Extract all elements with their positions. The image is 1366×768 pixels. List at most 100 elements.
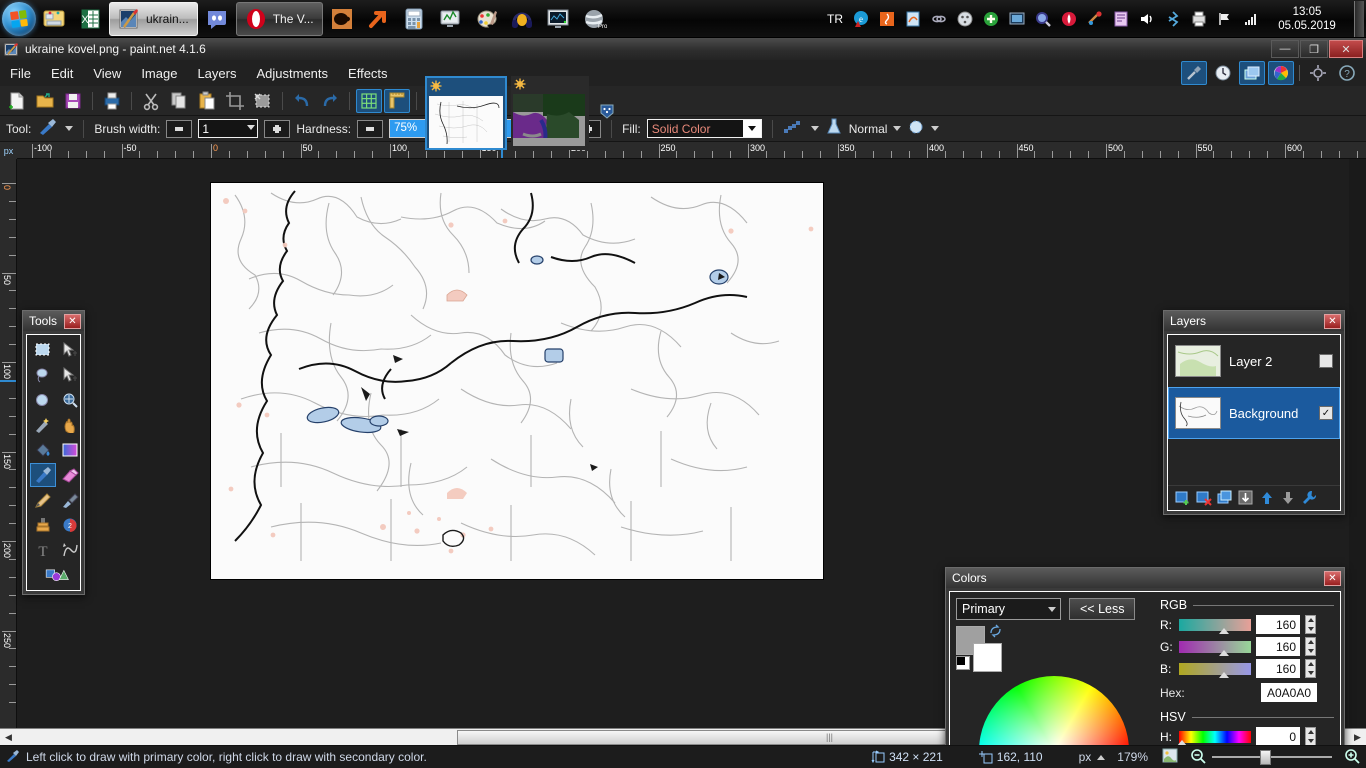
antialiasing-icon[interactable]: [783, 119, 805, 138]
system-monitor-icon[interactable]: [433, 2, 467, 36]
document-thumb-europe[interactable]: [511, 75, 589, 150]
flag-icon[interactable]: [1214, 8, 1236, 30]
deselect-button[interactable]: [250, 89, 276, 113]
java-icon[interactable]: [876, 8, 898, 30]
scroll-left-button[interactable]: ◀: [0, 730, 17, 745]
tool-color-picker[interactable]: [57, 488, 83, 512]
hue-channel[interactable]: H: 0: [1160, 727, 1334, 745]
fractal-icon[interactable]: [325, 2, 359, 36]
calculator-icon[interactable]: [397, 2, 431, 36]
tools-panel-button[interactable]: [1181, 61, 1207, 85]
discord-icon[interactable]: [200, 2, 234, 36]
copy-button[interactable]: [166, 89, 192, 113]
minimize-button[interactable]: —: [1271, 40, 1299, 58]
grid-toggle-button[interactable]: [356, 88, 382, 113]
green-slider[interactable]: [1179, 640, 1251, 656]
layer-properties-button[interactable]: [1300, 490, 1317, 507]
red-spinner[interactable]: [1305, 615, 1316, 634]
signal-bars-icon[interactable]: [1240, 8, 1262, 30]
brush-width-decrease-button[interactable]: [166, 119, 193, 138]
layer-row-background[interactable]: Background ✓: [1168, 387, 1340, 439]
tool-clone-stamp[interactable]: [30, 513, 56, 537]
fit-to-window-icon[interactable]: [1162, 748, 1178, 766]
green-spinner[interactable]: [1305, 637, 1316, 656]
internet-explorer-warning-icon[interactable]: e: [850, 8, 872, 30]
tool-pencil[interactable]: [30, 488, 56, 512]
search-globe-icon[interactable]: [1032, 8, 1054, 30]
menu-image[interactable]: Image: [131, 62, 187, 85]
tool-line-curve[interactable]: [57, 538, 83, 562]
help-button[interactable]: ?: [1334, 61, 1360, 85]
reset-colors-icon[interactable]: [956, 656, 970, 670]
document-thumb-ukraine[interactable]: [425, 75, 507, 150]
tool-rectangle-select[interactable]: [30, 338, 56, 362]
hue-value[interactable]: 0: [1256, 727, 1300, 745]
red-slider[interactable]: [1179, 618, 1251, 634]
open-file-button[interactable]: [32, 89, 58, 113]
add-layer-button[interactable]: [1174, 490, 1191, 507]
menu-effects[interactable]: Effects: [338, 62, 398, 85]
colors-panel-button[interactable]: [1268, 61, 1294, 85]
move-layer-up-button[interactable]: [1258, 490, 1275, 507]
tool-lasso-select[interactable]: [30, 363, 56, 387]
close-button[interactable]: ✕: [1329, 40, 1363, 58]
rulers-toggle-button[interactable]: [384, 88, 410, 113]
taskbar-button-paintnet[interactable]: ukrain...: [109, 1, 198, 36]
blend-mode-caret-icon[interactable]: [893, 126, 902, 131]
tool-pan[interactable]: [57, 413, 83, 437]
save-file-button[interactable]: [60, 89, 86, 113]
cut-button[interactable]: [138, 89, 164, 113]
delete-layer-button[interactable]: [1195, 490, 1212, 507]
monitor-chart-icon[interactable]: [541, 2, 575, 36]
vertical-scrollbar[interactable]: [1349, 159, 1366, 728]
layer-visibility-checkbox[interactable]: [1319, 354, 1333, 368]
tool-dropdown-caret-icon[interactable]: [65, 126, 74, 131]
hardness-decrease-button[interactable]: [357, 119, 384, 138]
blue-spinner[interactable]: [1305, 659, 1316, 678]
unit-caret-icon[interactable]: [1097, 754, 1106, 760]
layers-panel-header[interactable]: Layers ✕: [1164, 311, 1344, 331]
layer-visibility-checkbox[interactable]: ✓: [1319, 406, 1333, 420]
layer-row-layer2[interactable]: Layer 2: [1168, 335, 1340, 387]
tool-zoom[interactable]: [57, 388, 83, 412]
brush-width-input[interactable]: 1: [198, 119, 259, 138]
tray-language[interactable]: TR: [824, 8, 846, 30]
colors-panel-header[interactable]: Colors ✕: [946, 568, 1344, 588]
redo-button[interactable]: [317, 89, 343, 113]
tool-recolor[interactable]: 2: [57, 513, 83, 537]
menu-adjustments[interactable]: Adjustments: [246, 62, 338, 85]
headphones-icon[interactable]: [505, 2, 539, 36]
volume-icon[interactable]: [1136, 8, 1158, 30]
maximize-button[interactable]: ❐: [1300, 40, 1328, 58]
tool-magic-wand[interactable]: [30, 413, 56, 437]
bluetooth-icon[interactable]: [1162, 8, 1184, 30]
settings-button[interactable]: [1305, 61, 1331, 85]
zoom-out-icon[interactable]: [1190, 748, 1206, 767]
app-blue-icon[interactable]: [902, 8, 924, 30]
image-canvas[interactable]: [211, 183, 823, 579]
red-value[interactable]: 160: [1256, 615, 1300, 634]
less-button[interactable]: << Less: [1069, 598, 1136, 620]
disc-icon[interactable]: [954, 8, 976, 30]
chevron-down-icon[interactable]: [1048, 607, 1056, 612]
scroll-right-button[interactable]: ▶: [1349, 730, 1366, 745]
history-panel-button[interactable]: [1210, 61, 1236, 85]
red-channel[interactable]: R: 160: [1160, 615, 1334, 634]
explorer-icon[interactable]: [37, 2, 71, 36]
tool-gradient[interactable]: [57, 438, 83, 462]
tool-eraser[interactable]: [57, 463, 83, 487]
printer-icon[interactable]: [1188, 8, 1210, 30]
new-file-button[interactable]: [4, 89, 30, 113]
notes-icon[interactable]: [1110, 8, 1132, 30]
screen-icon[interactable]: [1006, 8, 1028, 30]
undo-button[interactable]: [289, 89, 315, 113]
red-app-icon[interactable]: [1058, 8, 1080, 30]
orange-arrow-icon[interactable]: [361, 2, 395, 36]
start-button[interactable]: [2, 1, 36, 36]
crop-button[interactable]: [222, 89, 248, 113]
link-icon[interactable]: [928, 8, 950, 30]
tool-paintbrush[interactable]: [30, 463, 56, 487]
swap-colors-icon[interactable]: [989, 624, 1003, 641]
blue-value[interactable]: 160: [1256, 659, 1300, 678]
zoom-slider[interactable]: [1212, 749, 1332, 765]
